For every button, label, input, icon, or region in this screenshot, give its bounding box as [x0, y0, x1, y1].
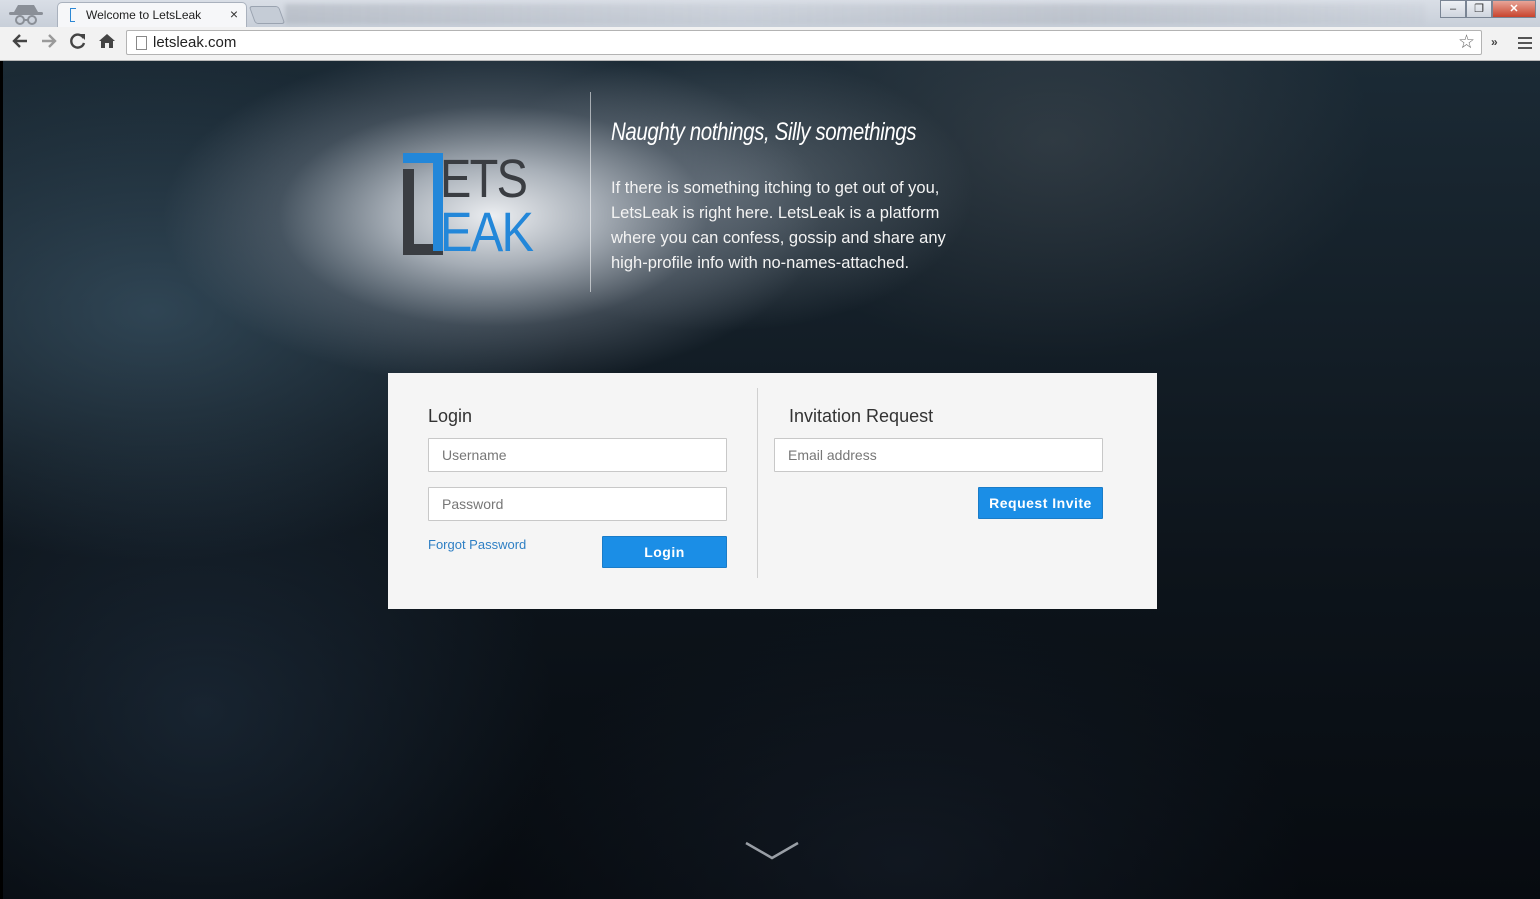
reload-icon[interactable]: [67, 32, 89, 54]
browser-menu-icon[interactable]: [1518, 37, 1532, 49]
close-window-button[interactable]: ✕: [1492, 0, 1536, 18]
username-input[interactable]: [428, 438, 727, 472]
url-text[interactable]: letsleak.com: [153, 34, 236, 51]
auth-card: Login Forgot Password Login Invitation R…: [388, 373, 1157, 609]
hero-divider: [590, 92, 591, 292]
tab-title: Welcome to LetsLeak: [86, 8, 202, 22]
scroll-down-chevron-icon[interactable]: [745, 841, 799, 861]
login-title: Login: [428, 406, 473, 426]
card-divider: [757, 388, 758, 578]
incognito-icon: [9, 5, 43, 25]
address-bar[interactable]: letsleak.com ☆: [126, 30, 1482, 55]
email-input[interactable]: [774, 438, 1103, 472]
window-controls: – ❐ ✕: [1440, 0, 1536, 20]
request-invite-button[interactable]: Request Invite: [978, 487, 1103, 519]
browser-toolbar: letsleak.com ☆ »: [0, 27, 1540, 61]
browser-titlebar: Welcome to LetsLeak × – ❐ ✕: [0, 0, 1540, 27]
letsleak-favicon-icon: [70, 7, 76, 22]
page-background: ETS EAK Naughty nothings, Silly somethin…: [3, 61, 1540, 899]
page-icon: [136, 36, 147, 50]
invitation-title: Invitation Request: [789, 406, 934, 426]
forgot-password-link[interactable]: Forgot Password: [428, 537, 526, 552]
extensions-overflow-icon[interactable]: »: [1491, 35, 1498, 49]
logo-text-bottom: EAK: [440, 201, 534, 255]
letsleak-logo: ETS EAK: [403, 148, 536, 255]
bookmark-star-icon[interactable]: ☆: [1458, 32, 1475, 54]
password-input[interactable]: [428, 487, 727, 521]
restore-button[interactable]: ❐: [1466, 0, 1492, 18]
back-arrow-icon[interactable]: [9, 32, 31, 54]
tab-letsleak[interactable]: Welcome to LetsLeak ×: [57, 2, 247, 27]
new-tab-button[interactable]: [248, 6, 286, 24]
minimize-button[interactable]: –: [1440, 0, 1466, 18]
login-button[interactable]: Login: [602, 536, 727, 568]
forward-arrow-icon[interactable]: [38, 32, 60, 54]
hero-description: If there is something itching to get out…: [611, 179, 946, 272]
tagline: Naughty nothings, Silly somethings: [611, 118, 917, 146]
tab-close-icon[interactable]: ×: [230, 6, 238, 22]
home-icon[interactable]: [96, 32, 118, 54]
logo-text-top: ETS: [440, 148, 526, 209]
background-tabs: [285, 4, 1425, 24]
